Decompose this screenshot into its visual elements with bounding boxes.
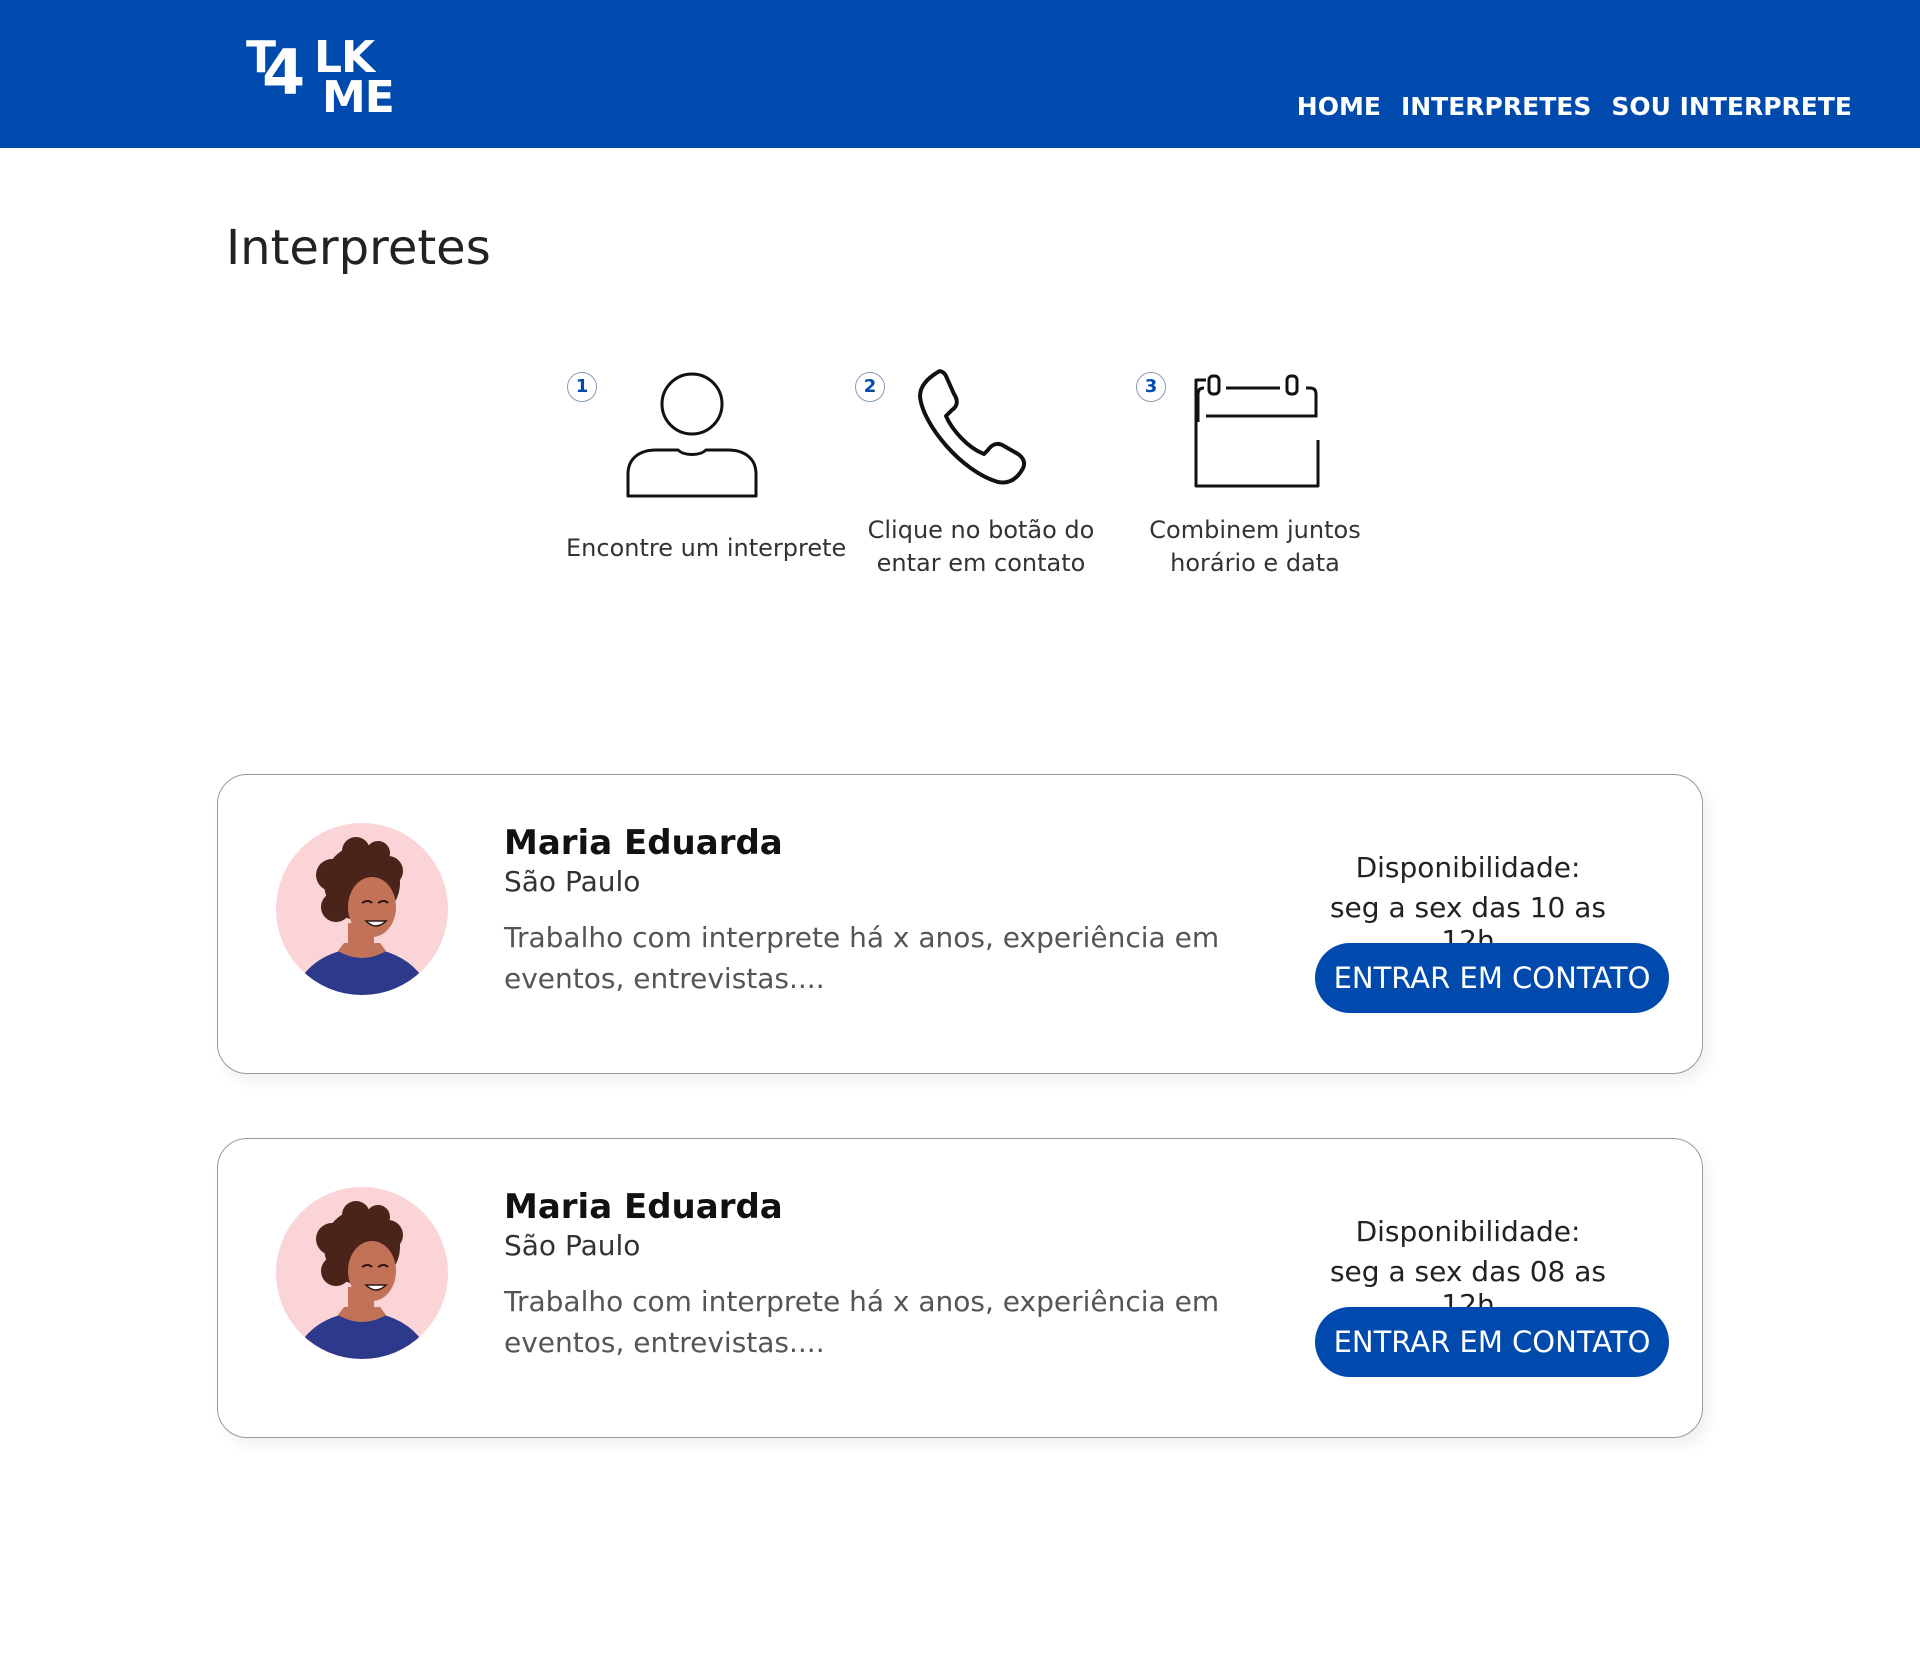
interpreter-city: São Paulo (504, 1229, 641, 1262)
main-nav: HOME INTERPRETES SOU INTERPRETE (1297, 92, 1852, 121)
step-number-badge: 3 (1136, 372, 1166, 402)
interpreter-card: Maria Eduarda São Paulo Trabalho com int… (217, 1138, 1703, 1438)
step-text-line: Clique no botão do (867, 516, 1095, 544)
step-text: Combinem juntos horário e data (1130, 514, 1380, 580)
interpreter-description: Trabalho com interprete há x anos, exper… (504, 921, 1220, 995)
step-number-badge: 1 (567, 372, 597, 402)
nav-interpretes[interactable]: INTERPRETES (1401, 92, 1591, 121)
logo-letters-me: ME (322, 72, 395, 123)
step-number-badge: 2 (855, 372, 885, 402)
interpreter-city: São Paulo (504, 865, 641, 898)
page-title: Interpretes (226, 220, 491, 276)
contact-button[interactable]: ENTRAR EM CONTATO (1315, 1307, 1669, 1377)
talk4me-logo[interactable]: T 4 LK ME (246, 36, 396, 120)
phone-icon (918, 369, 1027, 485)
step-text-line: horário e data (1170, 549, 1340, 577)
step-text: Encontre um interprete (566, 532, 846, 565)
contact-button[interactable]: ENTRAR EM CONTATO (1315, 943, 1669, 1013)
step-text-line: Encontre um interprete (566, 534, 847, 562)
interpreter-name: Maria Eduarda (504, 823, 783, 863)
calendar-icon (1194, 374, 1320, 488)
site-header: T 4 LK ME HOME INTERPRETES SOU INTERPRET… (0, 0, 1920, 148)
step-text: Clique no botão do entar em contato (846, 514, 1116, 580)
avatar-illustration-icon (298, 1201, 426, 1359)
nav-sou-interprete[interactable]: SOU INTERPRETE (1611, 92, 1852, 121)
avatar (276, 823, 448, 995)
logo-number-4: 4 (262, 36, 306, 109)
step-text-line: Combinem juntos (1149, 516, 1361, 544)
nav-home[interactable]: HOME (1297, 92, 1381, 121)
availability-label: Disponibilidade: (1355, 1215, 1581, 1248)
interpreter-name: Maria Eduarda (504, 1187, 783, 1227)
user-icon (626, 372, 758, 498)
availability-label: Disponibilidade: (1355, 851, 1581, 884)
how-it-works-steps: 1 Encontre um interprete 2 Clique no bot… (560, 362, 1361, 592)
interpreter-description: Trabalho com interprete há x anos, exper… (504, 1285, 1220, 1359)
avatar (276, 1187, 448, 1359)
avatar-illustration-icon (298, 837, 426, 995)
interpreter-card: Maria Eduarda São Paulo Trabalho com int… (217, 774, 1703, 1074)
step-text-line: entar em contato (876, 549, 1086, 577)
